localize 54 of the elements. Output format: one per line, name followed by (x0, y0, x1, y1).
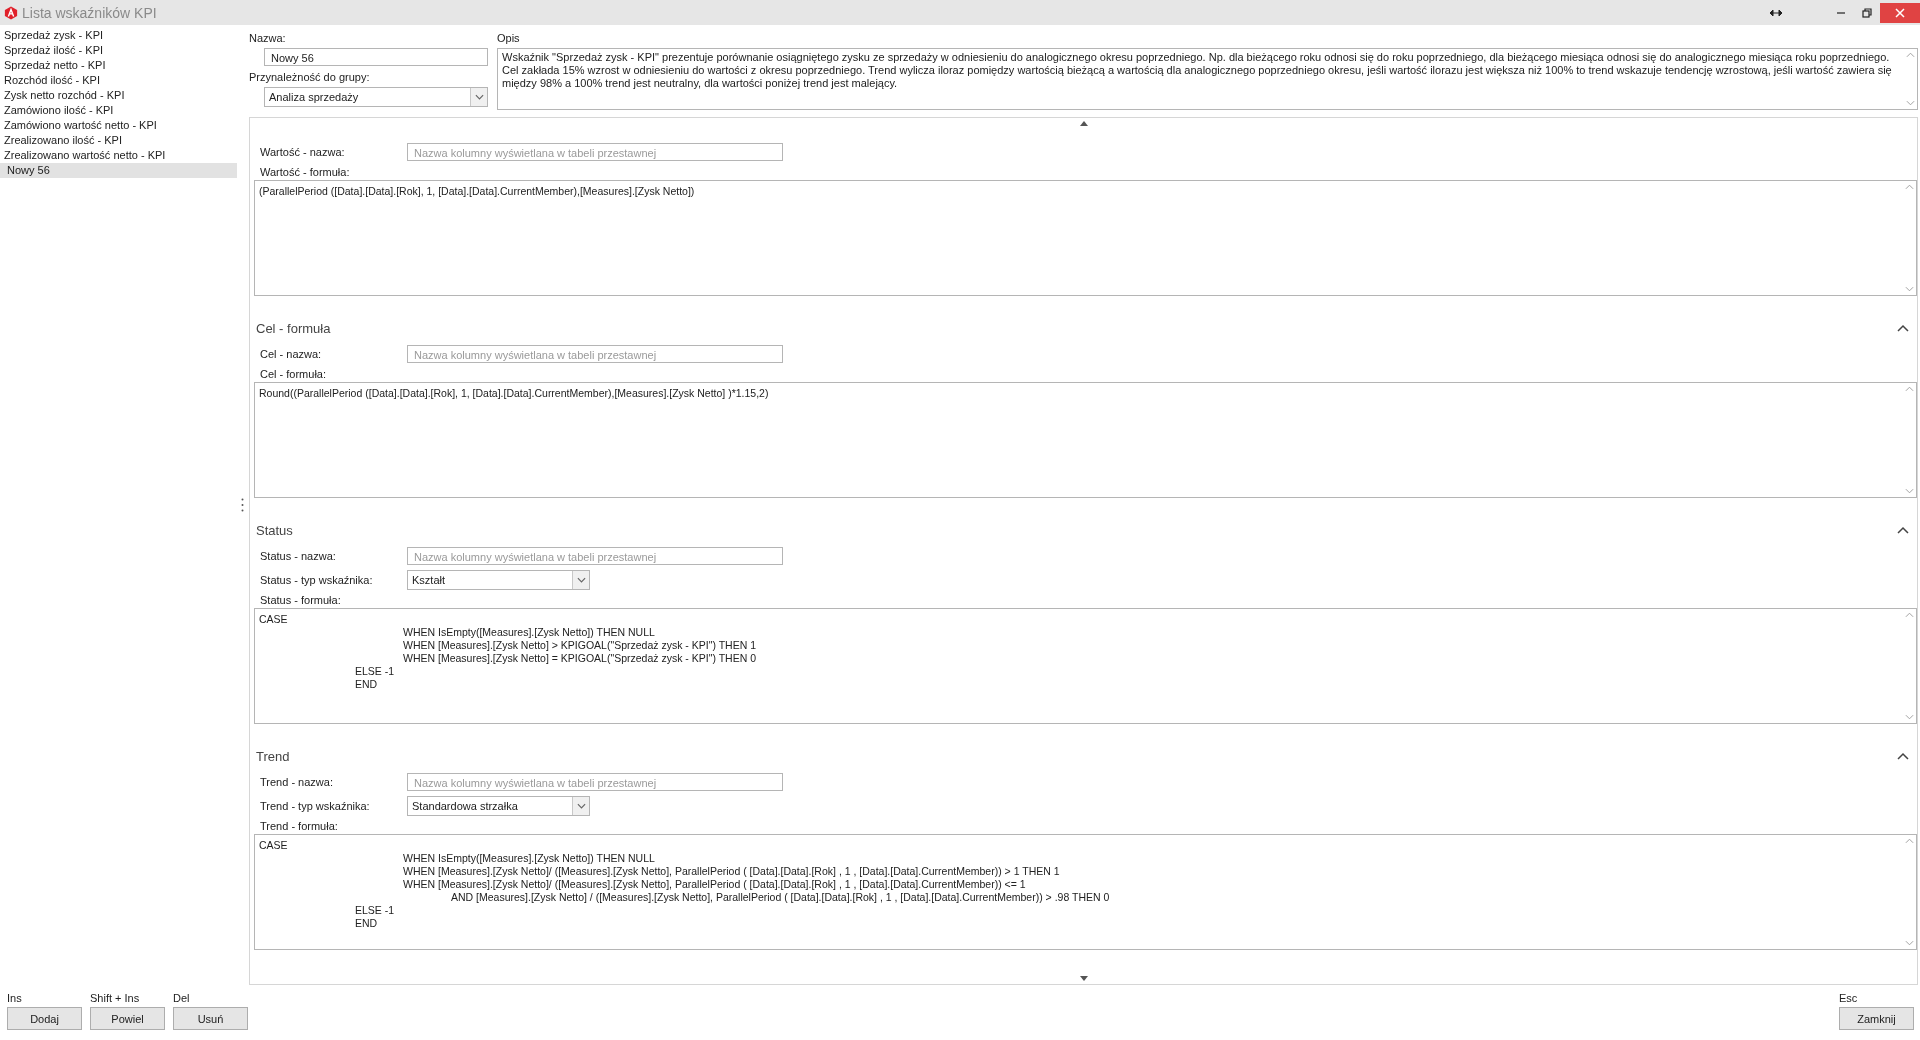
formula-label: Trend - formuła: (259, 819, 339, 834)
close-button[interactable] (1880, 2, 1920, 23)
shortcut-label: Esc (1839, 991, 1859, 1005)
close-dialog-button[interactable]: Zamknij (1839, 1007, 1914, 1030)
kpi-list-item[interactable]: Rozchód ilość - KPI (0, 73, 237, 88)
scroll-down-icon[interactable] (1079, 976, 1088, 981)
kpi-list-item[interactable]: Zamówiono wartość netto - KPI (0, 118, 237, 133)
column-name-label: Cel - nazwa: (260, 348, 323, 360)
column-name-label: Wartość - nazwa: (260, 146, 346, 158)
formula-label: Status - formuła: (259, 593, 342, 608)
indicator-type-dropdown[interactable]: Standardowa strzałka (407, 796, 590, 816)
indicator-type-dropdown[interactable]: Kształt (407, 570, 590, 590)
kpi-list-item[interactable]: Sprzedaż netto - KPI (0, 58, 237, 73)
group-label: Przynależność do grupy: (249, 70, 371, 84)
kpi-list-item[interactable]: Nowy 56 (0, 163, 237, 178)
description-label: Opis (497, 31, 521, 45)
name-field[interactable]: Nowy 56 (264, 48, 488, 66)
restore-icon (1862, 7, 1872, 18)
kpi-list-item[interactable]: Zysk netto rozchód - KPI (0, 88, 237, 103)
chevron-down-icon (474, 94, 484, 100)
kpi-list-item[interactable]: Zrealizowano wartość netto - KPI (0, 148, 237, 163)
section-title: Cel - formuła (256, 320, 332, 336)
indicator-type-label: Status - typ wskaźnika: (260, 574, 374, 586)
minimize-icon (1836, 11, 1846, 14)
section-title: Trend (256, 748, 291, 764)
app-logo-icon (4, 5, 18, 20)
action-button[interactable]: Usuń (173, 1007, 248, 1030)
group-dropdown[interactable]: Analiza sprzedaży (264, 87, 488, 107)
indicator-type-label: Trend - typ wskaźnika: (260, 800, 371, 812)
collapse-chevron-icon[interactable] (1897, 526, 1909, 534)
shortcut-label: Del (173, 991, 191, 1005)
kpi-list-item[interactable]: Zrealizowano ilość - KPI (0, 133, 237, 148)
column-name-label: Trend - nazwa: (260, 776, 334, 788)
name-label: Nazwa: (249, 31, 287, 45)
chevron-down-icon (576, 803, 586, 809)
collapse-chevron-icon[interactable] (1897, 324, 1909, 332)
close-icon (1895, 7, 1905, 18)
action-button[interactable]: Powiel (90, 1007, 165, 1030)
formula-label: Wartość - formuła: (259, 165, 351, 180)
column-name-label: Status - nazwa: (260, 550, 337, 562)
kpi-list-item[interactable]: Sprzedaż zysk - KPI (0, 28, 237, 43)
window-title: Lista wskaźników KPI (22, 4, 157, 21)
kpi-list-item[interactable]: Sprzedaż ilość - KPI (0, 43, 237, 58)
scroll-up-icon[interactable] (1079, 121, 1088, 126)
action-button[interactable]: Dodaj (7, 1007, 82, 1030)
splitter-handle-icon[interactable] (241, 498, 244, 512)
collapse-chevron-icon[interactable] (1897, 752, 1909, 760)
formula-label: Cel - formuła: (259, 367, 328, 382)
chevron-down-icon (576, 577, 586, 583)
shortcut-label: Shift + Ins (90, 991, 141, 1005)
kpi-list-item[interactable]: Zamówiono ilość - KPI (0, 103, 237, 118)
shortcut-label: Ins (7, 991, 23, 1005)
resize-arrows-icon[interactable] (1770, 8, 1782, 17)
section-title: Status (256, 522, 294, 538)
